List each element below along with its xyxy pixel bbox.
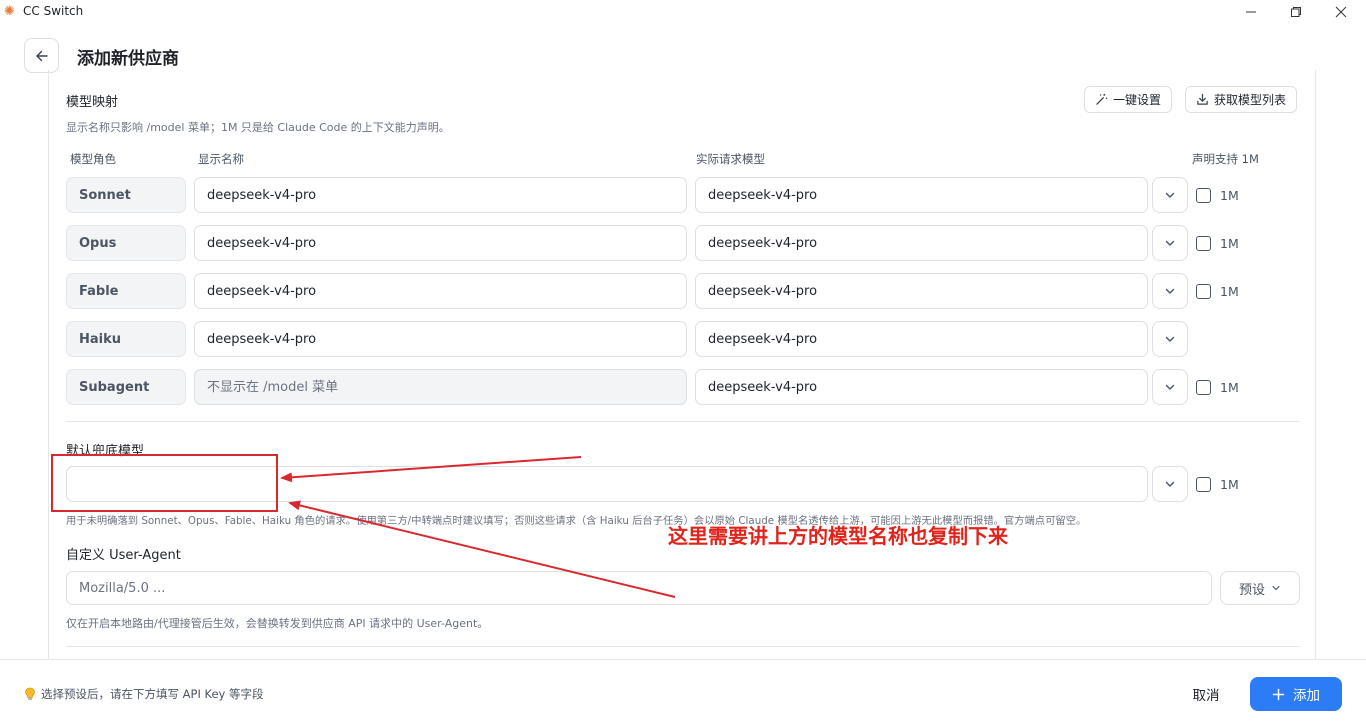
support-1m-label: 1M xyxy=(1220,235,1239,251)
plus-icon xyxy=(1272,688,1285,700)
support-1m-toggle-sonnet[interactable]: 1M xyxy=(1196,177,1239,213)
chevron-down-icon xyxy=(1165,288,1175,294)
add-button-label: 添加 xyxy=(1293,688,1320,704)
chevron-down-icon xyxy=(1165,481,1175,487)
role-label-haiku: Haiku xyxy=(66,321,186,357)
close-icon xyxy=(1335,6,1347,18)
fallback-support-1m-label: 1M xyxy=(1220,476,1239,492)
support-1m-label: 1M xyxy=(1220,187,1239,203)
sun-flower-icon: ✺ xyxy=(4,4,15,19)
model-dropdown-button-haiku[interactable] xyxy=(1152,321,1188,357)
role-label-sonnet: Sonnet xyxy=(66,177,186,213)
back-button[interactable] xyxy=(24,38,59,73)
support-1m-toggle-opus[interactable]: 1M xyxy=(1196,225,1239,261)
chevron-down-icon xyxy=(1165,336,1175,342)
user-agent-input[interactable] xyxy=(66,571,1212,605)
footer-tip-text: 选择预设后，请在下方填写 API Key 等字段 xyxy=(41,687,264,701)
role-label-subagent: Subagent xyxy=(66,369,186,405)
support-1m-label: 1M xyxy=(1220,283,1239,299)
column-header-support-1m: 声明支持 1M xyxy=(1192,152,1259,166)
display-name-input-sonnet[interactable] xyxy=(194,177,687,213)
maximize-button[interactable] xyxy=(1273,0,1319,24)
actual-model-input-fable[interactable] xyxy=(695,273,1148,309)
magic-wand-icon xyxy=(1096,93,1108,105)
restore-icon xyxy=(1291,7,1301,17)
model-mapping-hint: 显示名称只影响 /model 菜单；1M 只是给 Claude Code 的上下… xyxy=(66,121,450,134)
user-agent-hint: 仅在开启本地路由/代理接管后生效，会替换转发到供应商 API 请求中的 User… xyxy=(66,617,489,630)
display-name-input-fable[interactable] xyxy=(194,273,687,309)
section-divider xyxy=(66,421,1300,422)
actual-model-input-haiku[interactable] xyxy=(695,321,1148,357)
support-1m-toggle-subagent[interactable]: 1M xyxy=(1196,369,1239,405)
column-header-display: 显示名称 xyxy=(198,152,244,166)
model-dropdown-button-subagent[interactable] xyxy=(1152,369,1188,405)
one-click-setup-label: 一键设置 xyxy=(1113,93,1162,107)
arrow-left-icon xyxy=(35,50,48,61)
fetch-model-list-button[interactable]: 获取模型列表 xyxy=(1185,86,1298,113)
role-label-opus: Opus xyxy=(66,225,186,261)
chevron-down-icon xyxy=(1165,384,1175,390)
display-name-input-subagent xyxy=(194,369,687,405)
minimize-icon xyxy=(1246,11,1256,13)
section-divider xyxy=(66,646,1300,647)
display-name-input-opus[interactable] xyxy=(194,225,687,261)
support-1m-label: 1M xyxy=(1220,379,1239,395)
cancel-button[interactable]: 取消 xyxy=(1170,677,1242,711)
support-1m-checkbox-opus[interactable] xyxy=(1196,235,1211,251)
fallback-support-1m-checkbox[interactable] xyxy=(1196,476,1211,492)
model-dropdown-button-opus[interactable] xyxy=(1152,225,1188,261)
chevron-down-icon xyxy=(1272,585,1280,591)
minimize-button[interactable] xyxy=(1228,0,1274,24)
support-1m-checkbox-fable[interactable] xyxy=(1196,283,1211,299)
lightbulb-icon xyxy=(25,687,35,700)
annotation-text: 这里需要讲上方的模型名称也复制下来 xyxy=(668,524,1008,548)
chevron-down-icon xyxy=(1165,240,1175,246)
fallback-model-dropdown-button[interactable] xyxy=(1152,466,1188,502)
page-title: 添加新供应商 xyxy=(77,49,179,69)
annotation-highlight-box xyxy=(51,454,278,512)
user-agent-preset-button[interactable]: 预设 xyxy=(1220,571,1300,605)
chevron-down-icon xyxy=(1165,192,1175,198)
download-icon xyxy=(1197,93,1208,105)
actual-model-input-subagent[interactable] xyxy=(695,369,1148,405)
fetch-model-list-label: 获取模型列表 xyxy=(1214,93,1287,107)
model-mapping-title: 模型映射 xyxy=(66,95,119,110)
user-agent-title: 自定义 User-Agent xyxy=(66,548,181,563)
support-1m-checkbox-sonnet[interactable] xyxy=(1196,187,1211,203)
one-click-setup-button[interactable]: 一键设置 xyxy=(1084,86,1173,113)
model-dropdown-button-fable[interactable] xyxy=(1152,273,1188,309)
role-label-fable: Fable xyxy=(66,273,186,309)
display-name-input-haiku[interactable] xyxy=(194,321,687,357)
title-bar: ✺ CC Switch xyxy=(0,0,1366,24)
fallback-support-1m-toggle[interactable]: 1M xyxy=(1196,466,1239,502)
column-header-actual: 实际请求模型 xyxy=(696,152,765,166)
actual-model-input-opus[interactable] xyxy=(695,225,1148,261)
add-button[interactable]: 添加 xyxy=(1250,677,1342,711)
support-1m-toggle-fable[interactable]: 1M xyxy=(1196,273,1239,309)
close-window-button[interactable] xyxy=(1318,0,1364,24)
support-1m-checkbox-subagent[interactable] xyxy=(1196,379,1211,395)
user-agent-preset-label: 预设 xyxy=(1238,582,1265,598)
model-dropdown-button-sonnet[interactable] xyxy=(1152,177,1188,213)
footer-tip: 选择预设后，请在下方填写 API Key 等字段 xyxy=(24,686,264,702)
column-header-role: 模型角色 xyxy=(70,152,116,166)
actual-model-input-sonnet[interactable] xyxy=(695,177,1148,213)
window-title: CC Switch xyxy=(23,4,84,18)
